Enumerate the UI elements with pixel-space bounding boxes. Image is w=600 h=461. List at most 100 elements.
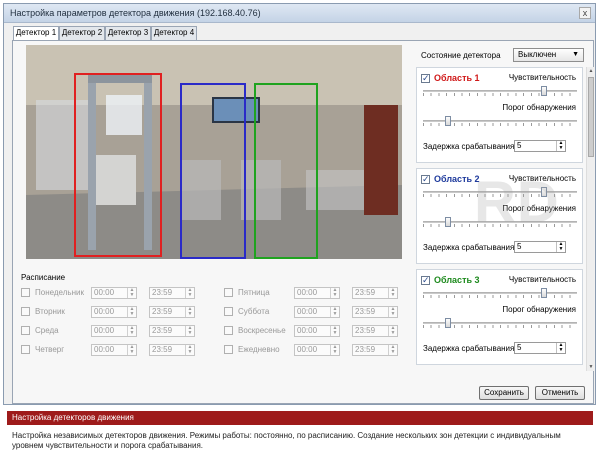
zone-panel: Область 1 Чувствительность Порог обнаружен…: [416, 67, 583, 163]
spinner-arrows-icon[interactable]: ▲ ▼: [330, 326, 339, 336]
day-label: Воскресенье: [238, 326, 286, 335]
save-button[interactable]: Сохранить: [479, 386, 529, 400]
time-to-value: 23:59: [152, 326, 173, 335]
motion-detector-settings-window: Настройка параметров детектора движения …: [3, 3, 596, 405]
time-to-input[interactable]: 23:59 ▲ ▼: [149, 344, 195, 356]
tab-detector-1[interactable]: Детектор 1: [13, 26, 59, 41]
cancel-button[interactable]: Отменить: [535, 386, 585, 400]
slider-thumb[interactable]: [541, 288, 547, 298]
spinner-arrows-icon[interactable]: ▲ ▼: [185, 345, 194, 355]
zone-overlay-3: [254, 83, 318, 259]
delay-value: 5: [517, 141, 522, 150]
slider-track: [423, 90, 577, 92]
threshold-slider[interactable]: [423, 318, 577, 328]
spinner-arrows-icon[interactable]: ▲ ▼: [185, 326, 194, 336]
zone-checkbox[interactable]: [421, 275, 430, 286]
threshold-slider[interactable]: [423, 116, 577, 126]
time-from-input[interactable]: 00:00 ▲ ▼: [294, 325, 340, 337]
day-checkbox[interactable]: [224, 326, 233, 335]
spinner-arrows-icon[interactable]: ▲ ▼: [388, 307, 397, 317]
scroll-down-icon[interactable]: ▼: [588, 364, 594, 370]
sensitivity-label: Чувствительность: [508, 275, 576, 284]
spinner-arrows-icon[interactable]: ▲ ▼: [185, 307, 194, 317]
schedule-row: Вторник 00:00 ▲ ▼ 23:59 ▲ ▼: [21, 306, 201, 318]
day-checkbox[interactable]: [224, 345, 233, 354]
time-to-value: 23:59: [152, 345, 173, 354]
zone-checkbox[interactable]: [421, 174, 430, 185]
tab-detector-3[interactable]: Детектор 3: [105, 26, 151, 40]
time-from-input[interactable]: 00:00 ▲ ▼: [91, 287, 137, 299]
sensitivity-slider[interactable]: [423, 288, 577, 298]
time-from-input[interactable]: 00:00 ▲ ▼: [294, 344, 340, 356]
schedule-row: Понедельник 00:00 ▲ ▼ 23:59 ▲ ▼: [21, 287, 201, 299]
spinner-arrows-icon[interactable]: ▲ ▼: [556, 343, 565, 353]
zone-panel: Область 3 Чувствительность Порог обнаружен…: [416, 269, 583, 365]
time-to-input[interactable]: 23:59 ▲ ▼: [352, 306, 398, 318]
time-from-input[interactable]: 00:00 ▲ ▼: [294, 306, 340, 318]
delay-label: Задержка срабатывания: [423, 344, 515, 353]
spinner-arrows-icon[interactable]: ▲ ▼: [330, 345, 339, 355]
spinner-arrows-icon[interactable]: ▲ ▼: [556, 242, 565, 252]
detector-state-label: Состояние детектора: [421, 51, 501, 60]
caption-text: Настройка независимых детекторов движени…: [12, 431, 561, 450]
detector-state-select[interactable]: Выключен ▼: [513, 48, 584, 62]
schedule-row: Воскресенье 00:00 ▲ ▼ 23:59 ▲ ▼: [224, 325, 404, 337]
schedule-row: Среда 00:00 ▲ ▼ 23:59 ▲ ▼: [21, 325, 201, 337]
day-checkbox[interactable]: [21, 326, 30, 335]
time-to-input[interactable]: 23:59 ▲ ▼: [149, 325, 195, 337]
spinner-arrows-icon[interactable]: ▲ ▼: [388, 326, 397, 336]
spinner-arrows-icon[interactable]: ▲ ▼: [388, 288, 397, 298]
slider-thumb[interactable]: [445, 217, 451, 227]
zone-overlay-1: [74, 73, 162, 257]
time-to-input[interactable]: 23:59 ▲ ▼: [352, 344, 398, 356]
close-icon[interactable]: x: [579, 7, 591, 19]
schedule-row: Ежедневно 00:00 ▲ ▼ 23:59 ▲ ▼: [224, 344, 404, 356]
time-to-input[interactable]: 23:59 ▲ ▼: [352, 287, 398, 299]
delay-label: Задержка срабатывания: [423, 243, 515, 252]
day-checkbox[interactable]: [21, 345, 30, 354]
time-to-value: 23:59: [355, 345, 376, 354]
caption-heading: Настройка детекторов движения: [7, 411, 593, 425]
spinner-arrows-icon[interactable]: ▲ ▼: [127, 345, 136, 355]
time-to-input[interactable]: 23:59 ▲ ▼: [149, 287, 195, 299]
sensitivity-slider[interactable]: [423, 86, 577, 96]
time-from-input[interactable]: 00:00 ▲ ▼: [91, 325, 137, 337]
spinner-arrows-icon[interactable]: ▲ ▼: [330, 288, 339, 298]
day-label: Вторник: [35, 307, 65, 316]
time-to-value: 23:59: [355, 307, 376, 316]
spinner-arrows-icon[interactable]: ▲ ▼: [127, 326, 136, 336]
day-checkbox[interactable]: [224, 288, 233, 297]
slider-thumb[interactable]: [445, 116, 451, 126]
day-checkbox[interactable]: [21, 307, 30, 316]
scrollbar-thumb[interactable]: [588, 77, 594, 157]
spinner-arrows-icon[interactable]: ▲ ▼: [127, 288, 136, 298]
sensitivity-label: Чувствительность: [508, 73, 576, 82]
slider-thumb[interactable]: [541, 86, 547, 96]
time-to-input[interactable]: 23:59 ▲ ▼: [149, 306, 195, 318]
zone-checkbox[interactable]: [421, 73, 430, 84]
zones-scrollbar[interactable]: ▲ ▼: [586, 67, 594, 371]
time-from-value: 00:00: [297, 345, 318, 354]
day-checkbox[interactable]: [21, 288, 30, 297]
spinner-arrows-icon[interactable]: ▲ ▼: [330, 307, 339, 317]
delay-input[interactable]: 5 ▲ ▼: [514, 241, 566, 253]
spinner-arrows-icon[interactable]: ▲ ▼: [127, 307, 136, 317]
title-bar: Настройка параметров детектора движения …: [4, 4, 595, 23]
slider-ticks: [423, 295, 577, 298]
tab-detector-2[interactable]: Детектор 2: [59, 26, 105, 40]
delay-input[interactable]: 5 ▲ ▼: [514, 342, 566, 354]
scroll-up-icon[interactable]: ▲: [588, 68, 594, 74]
zone-name: Область 3: [434, 275, 480, 285]
tab-detector-4[interactable]: Детектор 4: [151, 26, 197, 40]
time-from-input[interactable]: 00:00 ▲ ▼: [91, 306, 137, 318]
spinner-arrows-icon[interactable]: ▲ ▼: [388, 345, 397, 355]
slider-thumb[interactable]: [445, 318, 451, 328]
time-to-input[interactable]: 23:59 ▲ ▼: [352, 325, 398, 337]
day-checkbox[interactable]: [224, 307, 233, 316]
spinner-arrows-icon[interactable]: ▲ ▼: [185, 288, 194, 298]
time-to-value: 23:59: [152, 288, 173, 297]
time-from-input[interactable]: 00:00 ▲ ▼: [294, 287, 340, 299]
spinner-arrows-icon[interactable]: ▲ ▼: [556, 141, 565, 151]
delay-input[interactable]: 5 ▲ ▼: [514, 140, 566, 152]
time-from-input[interactable]: 00:00 ▲ ▼: [91, 344, 137, 356]
